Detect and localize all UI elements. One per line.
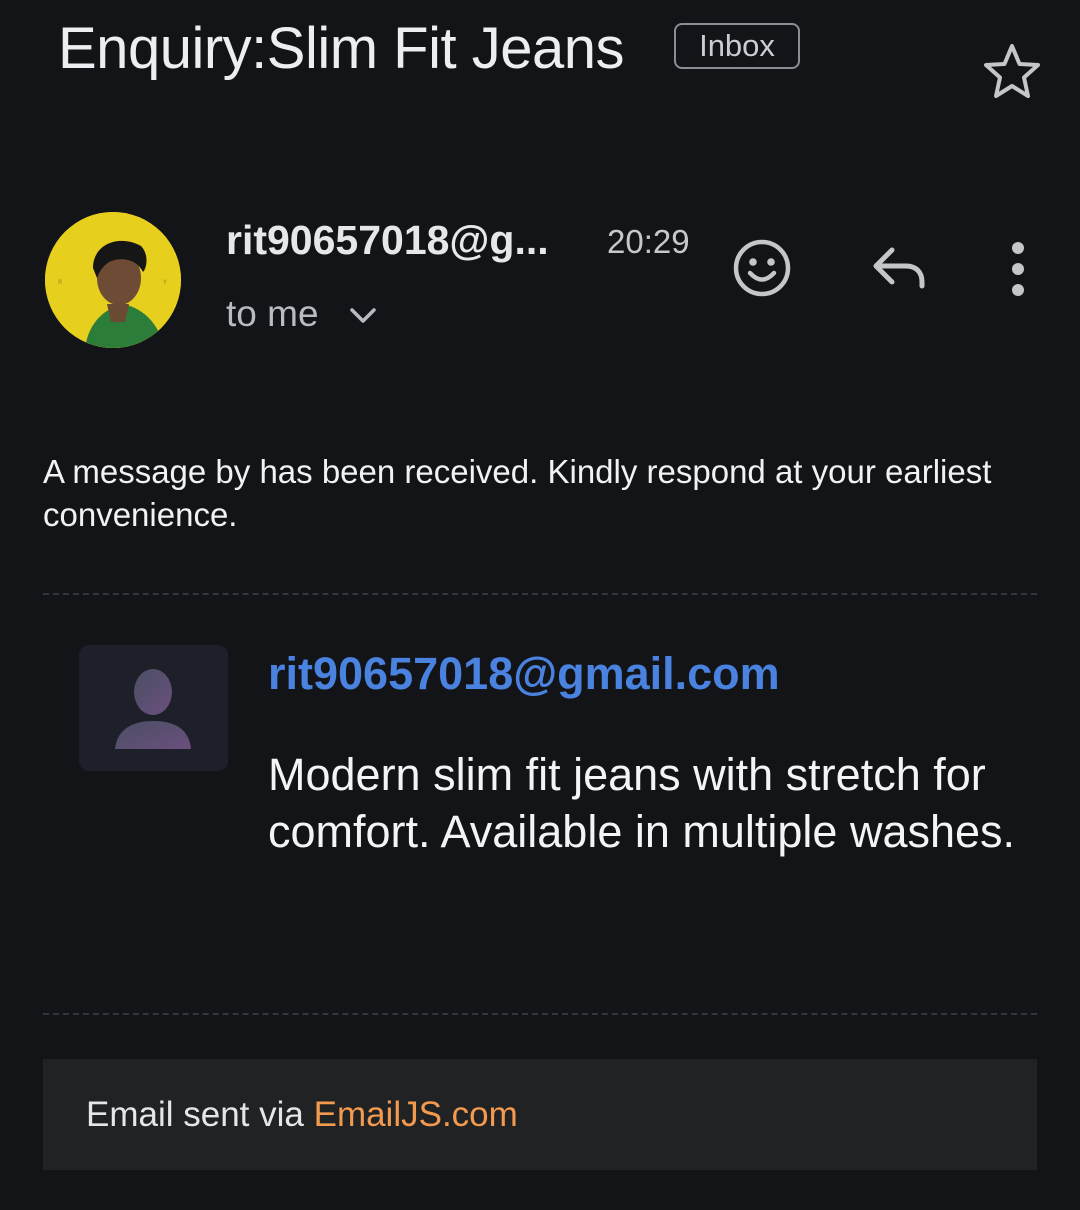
enquiry-message: Modern slim fit jeans with stretch for c… [268,749,1016,857]
footer-banner: Email sent via EmailJS.com [43,1059,1037,1170]
contact-email-link[interactable]: rit90657018@gmail.com [268,646,780,702]
sender-name[interactable]: rit90657018@g... [226,214,549,266]
emailjs-link[interactable]: EmailJS.com [314,1095,518,1134]
star-button[interactable] [980,40,1044,104]
add-reaction-icon [733,239,791,297]
svg-text:Y: Y [162,279,167,286]
contact-avatar-placeholder [79,645,228,771]
recipient-summary[interactable]: to me [226,290,319,338]
sender-avatar[interactable]: R Y [45,212,181,348]
inbox-label-chip[interactable]: Inbox [674,23,800,69]
reply-button[interactable] [866,240,932,296]
message-intro: A message by has been received. Kindly r… [43,453,992,533]
chevron-down-icon [350,308,376,323]
email-subject: Enquiry:Slim Fit Jeans [58,16,624,81]
svg-text:R: R [58,279,62,286]
footer-prefix: Email sent via [86,1095,314,1134]
person-placeholder-icon [115,669,191,749]
footer-text: Email sent via EmailJS.com [86,1093,518,1137]
add-reaction-button[interactable] [730,236,794,300]
received-time: 20:29 [607,223,690,260]
dashed-divider-bottom [43,1013,1037,1015]
more-vert-icon [1012,242,1024,296]
sender-photo: R Y [45,212,181,348]
more-options-button[interactable] [996,238,1040,300]
star-outline-icon [984,44,1040,98]
expand-details-button[interactable] [346,300,380,330]
reply-icon [873,247,925,289]
dashed-divider-top [43,593,1037,595]
